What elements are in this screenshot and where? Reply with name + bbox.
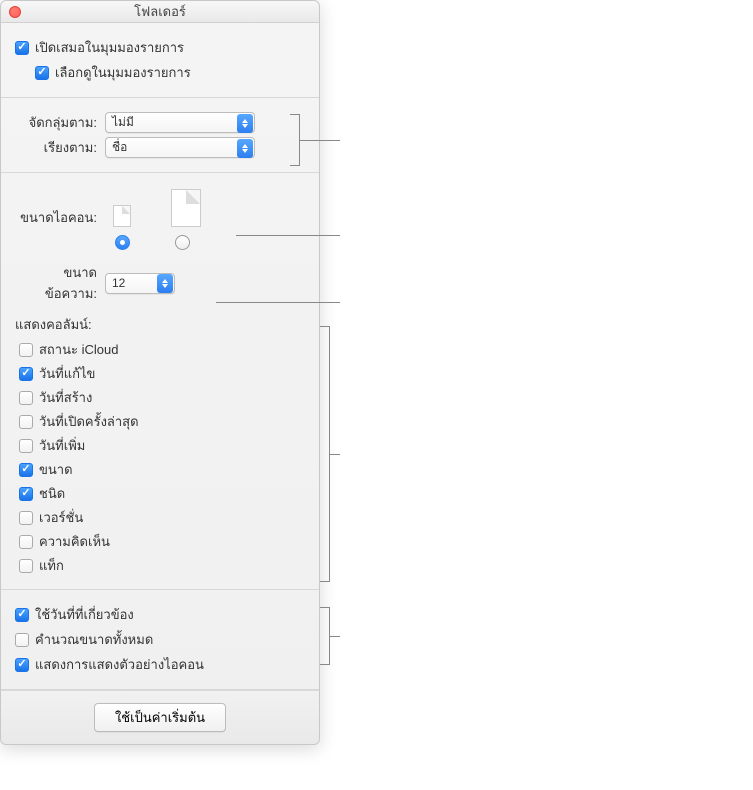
column-checkbox[interactable]	[19, 463, 33, 477]
relative-dates-label: ใช้วันที่ที่เกี่ยวข้อง	[35, 604, 134, 625]
callout-line	[236, 235, 340, 236]
view-options-panel: โฟลเดอร์ เปิดเสมอในมุมมองรายการ เลือกดูใ…	[0, 0, 320, 745]
callout-bracket	[320, 607, 330, 665]
column-checkbox[interactable]	[19, 511, 33, 525]
callout-line	[300, 140, 340, 141]
column-label: ขนาด	[39, 459, 73, 480]
column-row[interactable]: สถานะ iCloud	[19, 339, 305, 360]
column-row[interactable]: แท็ก	[19, 555, 305, 576]
column-checkbox[interactable]	[19, 487, 33, 501]
chevron-updown-icon	[237, 139, 253, 158]
section-options: ใช้วันที่ที่เกี่ยวข้อง คำนวณขนาดทั้งหมด …	[1, 590, 319, 690]
column-checkbox[interactable]	[19, 439, 33, 453]
show-preview-row[interactable]: แสดงการแสดงตัวอย่างไอคอน	[15, 654, 305, 675]
group-by-select[interactable]: ไม่มี	[105, 112, 255, 133]
chevron-updown-icon	[237, 114, 253, 133]
document-icon	[113, 205, 131, 227]
column-row[interactable]: ชนิด	[19, 483, 305, 504]
callout-line	[216, 302, 340, 303]
chevron-updown-icon	[157, 274, 173, 293]
always-open-checkbox[interactable]	[15, 41, 29, 55]
icon-size-large-radio[interactable]	[175, 235, 190, 250]
column-row[interactable]: วันที่เพิ่ม	[19, 435, 305, 456]
document-icon	[171, 189, 201, 227]
column-row[interactable]: วันที่เปิดครั้งล่าสุด	[19, 411, 305, 432]
column-label: วันที่เพิ่ม	[39, 435, 85, 456]
column-label: แท็ก	[39, 555, 64, 576]
column-checkbox[interactable]	[19, 391, 33, 405]
text-size-label: ขนาดข้อความ:	[15, 262, 105, 304]
callout-line	[330, 454, 340, 455]
footer: ใช้เป็นค่าเริ่มต้น	[1, 690, 319, 744]
column-checkbox[interactable]	[19, 535, 33, 549]
relative-dates-checkbox[interactable]	[15, 608, 29, 622]
column-label: วันที่เปิดครั้งล่าสุด	[39, 411, 139, 432]
column-row[interactable]: วันที่สร้าง	[19, 387, 305, 408]
always-open-row[interactable]: เปิดเสมอในมุมมองรายการ	[15, 37, 305, 58]
sort-by-value: ชื่อ	[112, 138, 127, 157]
browse-list-checkbox[interactable]	[35, 66, 49, 80]
column-label: เวอร์ชั่น	[39, 507, 83, 528]
show-preview-label: แสดงการแสดงตัวอย่างไอคอน	[35, 654, 204, 675]
column-label: ชนิด	[39, 483, 65, 504]
column-checkbox[interactable]	[19, 367, 33, 381]
text-size-select[interactable]: 12	[105, 273, 175, 294]
column-checkbox[interactable]	[19, 559, 33, 573]
callout-bracket	[290, 114, 300, 166]
column-checkbox[interactable]	[19, 343, 33, 357]
calc-sizes-row[interactable]: คำนวณขนาดทั้งหมด	[15, 629, 305, 650]
show-preview-checkbox[interactable]	[15, 658, 29, 672]
text-size-value: 12	[112, 276, 125, 290]
column-row[interactable]: ขนาด	[19, 459, 305, 480]
always-open-label: เปิดเสมอในมุมมองรายการ	[35, 37, 184, 58]
column-label: วันที่แก้ไข	[39, 363, 95, 384]
columns-heading: แสดงคอลัมน์:	[15, 314, 305, 335]
column-row[interactable]: ความคิดเห็น	[19, 531, 305, 552]
browse-list-label: เลือกดูในมุมมองรายการ	[55, 62, 191, 83]
browse-list-row[interactable]: เลือกดูในมุมมองรายการ	[15, 62, 305, 83]
column-row[interactable]: เวอร์ชั่น	[19, 507, 305, 528]
column-row[interactable]: วันที่แก้ไข	[19, 363, 305, 384]
columns-list: สถานะ iCloud วันที่แก้ไขวันที่สร้างวันที่…	[15, 339, 305, 576]
column-checkbox[interactable]	[19, 415, 33, 429]
group-by-value: ไม่มี	[112, 113, 134, 132]
sort-by-select[interactable]: ชื่อ	[105, 137, 255, 158]
window-title: โฟลเดอร์	[1, 1, 319, 22]
section-view-mode: เปิดเสมอในมุมมองรายการ เลือกดูในมุมมองรา…	[1, 23, 319, 98]
icon-size-small-radio[interactable]	[115, 235, 130, 250]
callout-bracket	[320, 326, 330, 582]
icon-size-label: ขนาดไอคอน:	[15, 189, 105, 228]
section-sort: จัดกลุ่มตาม: ไม่มี เรียงตาม: ชื่อ	[1, 98, 319, 173]
column-label: วันที่สร้าง	[39, 387, 92, 408]
use-as-defaults-button[interactable]: ใช้เป็นค่าเริ่มต้น	[94, 703, 226, 732]
callout-line	[330, 636, 340, 637]
column-label: สถานะ iCloud	[39, 339, 118, 360]
calc-sizes-checkbox[interactable]	[15, 633, 29, 647]
sort-by-label: เรียงตาม:	[15, 137, 105, 158]
relative-dates-row[interactable]: ใช้วันที่ที่เกี่ยวข้อง	[15, 604, 305, 625]
column-label: ความคิดเห็น	[39, 531, 110, 552]
calc-sizes-label: คำนวณขนาดทั้งหมด	[35, 629, 153, 650]
titlebar[interactable]: โฟลเดอร์	[1, 1, 319, 23]
icon-size-group	[105, 189, 201, 250]
group-by-label: จัดกลุ่มตาม:	[15, 112, 105, 133]
